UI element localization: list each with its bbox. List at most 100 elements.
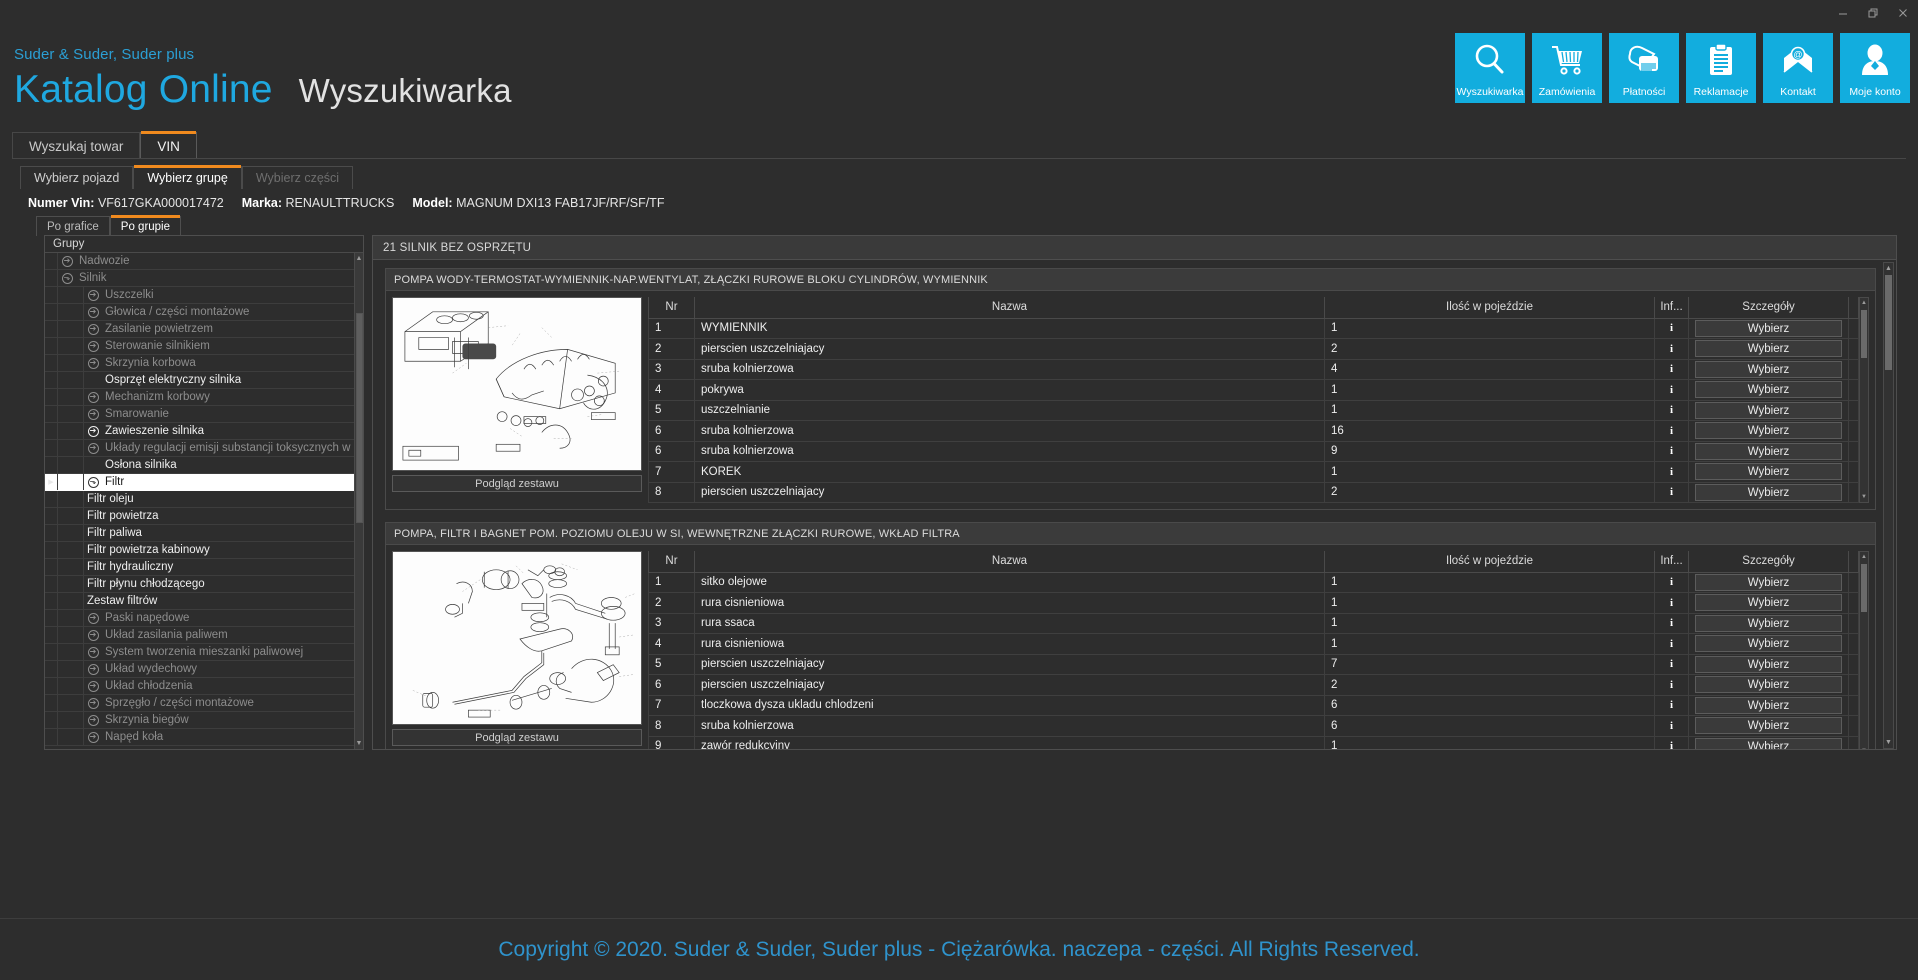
tree-item-zasilanie-powietrzem[interactable]: ➔ Zasilanie powietrzem	[45, 321, 363, 338]
info-icon[interactable]: i	[1664, 718, 1679, 733]
expand-arrow-right-icon[interactable]: ➔	[84, 697, 102, 709]
select-part-button[interactable]: Wybierz	[1695, 463, 1842, 481]
table-row[interactable]: 4 pokrywa 1 i Wybierz	[648, 379, 1859, 401]
tree-item-os-ona-silnika[interactable]: Osłona silnika	[45, 457, 363, 474]
cell-info[interactable]: i	[1654, 715, 1689, 737]
expand-arrow-right-icon[interactable]: ➔	[84, 340, 102, 352]
tree-item-sprz-g-o-cz-ci-monta-owe[interactable]: ➔ Sprzęgło / części montażowe	[45, 695, 363, 712]
expand-arrow-right-icon[interactable]: ➔	[84, 612, 102, 624]
table-row[interactable]: 1 WYMIENNIK 1 i Wybierz	[648, 317, 1859, 339]
info-icon[interactable]: i	[1664, 575, 1679, 590]
tree-item-filtr-powietrza[interactable]: Filtr powietrza	[45, 508, 363, 525]
table-row[interactable]: 7 KOREK 1 i Wybierz	[648, 461, 1859, 483]
collapse-arrow-down-icon[interactable]: ⬎	[84, 476, 102, 488]
expand-arrow-right-icon[interactable]: ➔	[84, 629, 102, 641]
select-part-button[interactable]: Wybierz	[1695, 442, 1842, 460]
tree-item-nadwozie[interactable]: ➔ Nadwozie	[45, 253, 363, 270]
tree-item-uk-ady-regulacji-emisji-substancji-toksycznych-w-spalinach[interactable]: ➔ Układy regulacji emisji substancji toks…	[45, 440, 363, 457]
scroll-up-icon[interactable]: ▲	[1860, 552, 1868, 562]
oil-pump-diagram-image[interactable]	[392, 551, 642, 725]
select-part-button[interactable]: Wybierz	[1695, 360, 1842, 378]
table-row[interactable]: 6 sruba kolnierzowa 16 i Wybierz	[648, 420, 1859, 442]
scroll-up-icon[interactable]: ▲	[1884, 263, 1893, 274]
cell-info[interactable]: i	[1654, 612, 1689, 634]
tree-item-filtr-p-ynu-ch-odz-cego[interactable]: Filtr płynu chłodzącego	[45, 576, 363, 593]
cell-info[interactable]: i	[1654, 674, 1689, 696]
tab-po-grupie[interactable]: Po grupie	[109, 215, 182, 236]
cell-info[interactable]: i	[1654, 653, 1689, 675]
nav-tile-platnosci[interactable]: Płatności	[1609, 33, 1679, 103]
tab-wybierz-grupe[interactable]: Wybierz grupę	[133, 165, 242, 189]
info-icon[interactable]: i	[1664, 403, 1679, 418]
cell-info[interactable]: i	[1654, 571, 1689, 593]
expand-arrow-right-icon[interactable]: ➔	[84, 731, 102, 743]
content-scroll-thumb[interactable]	[1885, 275, 1892, 370]
table-scroll-thumb[interactable]	[1861, 310, 1867, 358]
expand-arrow-right-icon[interactable]: ➔	[58, 255, 76, 267]
content-scrollbar[interactable]: ▲ ▼	[1883, 262, 1894, 749]
tree-item-skrzynia-korbowa[interactable]: ➔ Skrzynia korbowa	[45, 355, 363, 372]
cell-info[interactable]: i	[1654, 461, 1689, 483]
table-row[interactable]: 3 rura ssaca 1 i Wybierz	[648, 612, 1859, 634]
tree-item-system-tworzenia-mieszanki-paliwowej[interactable]: ➔ System tworzenia mieszanki paliwowej	[45, 644, 363, 661]
select-part-button[interactable]: Wybierz	[1695, 319, 1842, 337]
tree-scrollbar[interactable]: ▲ ▼	[354, 253, 363, 749]
tree-item-uszczelki[interactable]: ➔ Uszczelki	[45, 287, 363, 304]
table-row[interactable]: 5 uszczelnianie 1 i Wybierz	[648, 399, 1859, 421]
info-icon[interactable]: i	[1664, 423, 1679, 438]
info-icon[interactable]: i	[1664, 616, 1679, 631]
tree-item-uk-ad-ch-odzenia[interactable]: ➔ Układ chłodzenia	[45, 678, 363, 695]
select-part-button[interactable]: Wybierz	[1695, 422, 1842, 440]
cell-info[interactable]: i	[1654, 633, 1689, 655]
tree-item-filtr-hydrauliczny[interactable]: Filtr hydrauliczny	[45, 559, 363, 576]
cell-info[interactable]: i	[1654, 379, 1689, 401]
table-row[interactable]: 1 sitko olejowe 1 i Wybierz	[648, 571, 1859, 593]
info-icon[interactable]: i	[1664, 698, 1679, 713]
cell-info[interactable]: i	[1654, 317, 1689, 339]
info-icon[interactable]: i	[1664, 739, 1679, 749]
content-scroll-area[interactable]: POMPA WODY-TERMOSTAT-WYMIENNIK-NAP.WENTY…	[373, 260, 1896, 749]
expand-arrow-right-icon[interactable]: ➔	[84, 714, 102, 726]
tab-wyszukaj-towar[interactable]: Wyszukaj towar	[12, 132, 141, 159]
select-part-button[interactable]: Wybierz	[1695, 614, 1842, 632]
tree-scroll-thumb[interactable]	[356, 313, 363, 523]
select-part-button[interactable]: Wybierz	[1695, 401, 1842, 419]
expand-arrow-right-icon[interactable]: ➔	[84, 323, 102, 335]
tree-item-smarowanie[interactable]: ➔ Smarowanie	[45, 406, 363, 423]
table-row[interactable]: 2 rura cisnieniowa 1 i Wybierz	[648, 592, 1859, 614]
scroll-down-icon[interactable]: ▼	[1860, 746, 1868, 749]
tree-item-paski-nap-dowe[interactable]: ➔ Paski napędowe	[45, 610, 363, 627]
table-row[interactable]: 2 pierscien uszczelniajacy 2 i Wybierz	[648, 338, 1859, 360]
table-row[interactable]: 7 tloczkowa dysza ukladu chlodzeni 6 i Wybie…	[648, 694, 1859, 716]
expand-arrow-right-icon[interactable]: ➔	[84, 680, 102, 692]
info-icon[interactable]: i	[1664, 636, 1679, 651]
table-row[interactable]: 8 pierscien uszczelniajacy 2 i Wybierz	[648, 481, 1859, 503]
cell-info[interactable]: i	[1654, 735, 1689, 749]
parts-table-scrollbar[interactable]: ▲▼	[1859, 551, 1869, 749]
tab-po-grafice[interactable]: Po grafice	[36, 216, 110, 236]
table-row[interactable]: 3 sruba kolnierzowa 4 i Wybierz	[648, 358, 1859, 380]
tree-item-skrzynia-bieg-w[interactable]: ➔ Skrzynia biegów	[45, 712, 363, 729]
select-part-button[interactable]: Wybierz	[1695, 483, 1842, 501]
scroll-down-icon[interactable]: ▼	[1884, 737, 1893, 748]
info-icon[interactable]: i	[1664, 485, 1679, 500]
select-part-button[interactable]: Wybierz	[1695, 573, 1842, 591]
cell-info[interactable]: i	[1654, 399, 1689, 421]
select-part-button[interactable]: Wybierz	[1695, 676, 1842, 694]
nav-tile-zamowienia[interactable]: Zamówienia	[1532, 33, 1602, 103]
expand-arrow-right-icon[interactable]: ➔	[84, 663, 102, 675]
tree-item-g-owica-cz-ci-monta-owe[interactable]: ➔ Głowica / części montażowe	[45, 304, 363, 321]
diagram-preview-button[interactable]: Podgląd zestawu	[392, 475, 642, 492]
nav-tile-wyszukiwarka[interactable]: Wyszukiwarka	[1455, 33, 1525, 103]
parts-table-scrollbar[interactable]: ▲▼	[1859, 297, 1869, 503]
tree-item-osprz-t-elektryczny-silnika[interactable]: Osprzęt elektryczny silnika	[45, 372, 363, 389]
cell-info[interactable]: i	[1654, 440, 1689, 462]
expand-arrow-right-icon[interactable]: ➔	[84, 646, 102, 658]
cell-info[interactable]: i	[1654, 338, 1689, 360]
select-part-button[interactable]: Wybierz	[1695, 594, 1842, 612]
tree-item-filtr-powietrza-kabinowy[interactable]: Filtr powietrza kabinowy	[45, 542, 363, 559]
cell-info[interactable]: i	[1654, 481, 1689, 503]
select-part-button[interactable]: Wybierz	[1695, 340, 1842, 358]
info-icon[interactable]: i	[1664, 657, 1679, 672]
diagram-preview-button[interactable]: Podgląd zestawu	[392, 729, 642, 746]
